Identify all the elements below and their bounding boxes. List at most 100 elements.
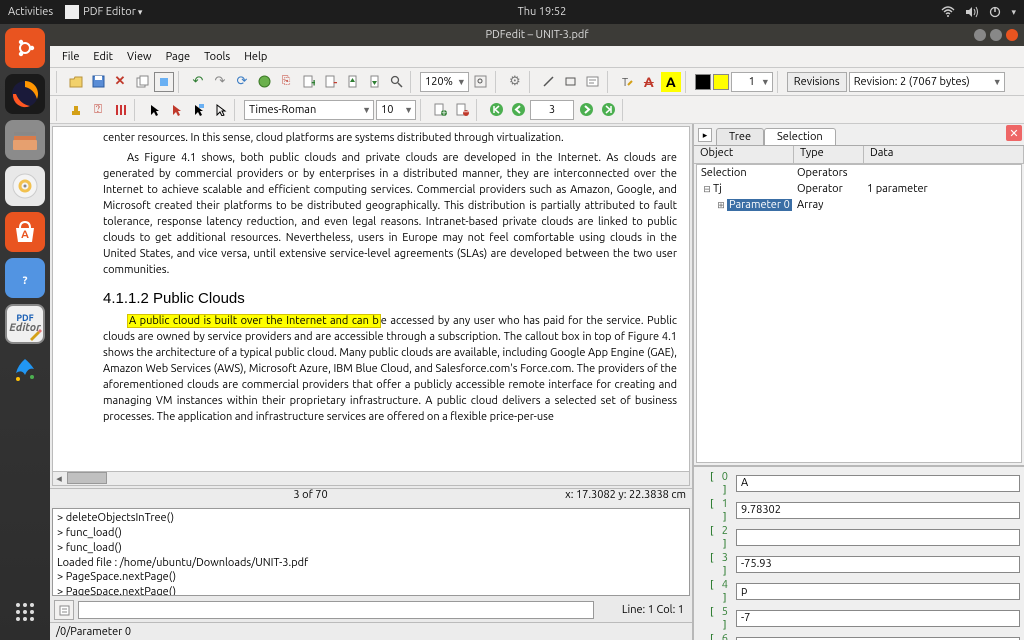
param-input[interactable]	[736, 475, 1020, 492]
window-title: PDFedit – UNIT-3.pdf	[485, 29, 588, 41]
script-console[interactable]: > deleteObjectsInTree() > func_load() > …	[52, 508, 690, 596]
remove-bookmark-icon[interactable]: −	[452, 100, 472, 120]
tree-col-type[interactable]: Type	[794, 146, 864, 163]
menu-page[interactable]: Page	[160, 49, 197, 65]
param-input[interactable]	[736, 637, 1020, 640]
param-input[interactable]	[736, 583, 1020, 600]
pointer-red-icon[interactable]	[166, 100, 186, 120]
rhythmbox-icon[interactable]	[5, 166, 45, 206]
app-menu[interactable]: PDF Editor	[83, 6, 142, 18]
document-view[interactable]: center resources. In this sense, cloud p…	[52, 126, 690, 486]
menu-view[interactable]: View	[121, 49, 158, 65]
param-input[interactable]	[736, 529, 1020, 546]
last-page-icon[interactable]	[598, 100, 618, 120]
software-icon[interactable]: A	[5, 212, 45, 252]
save-icon[interactable]	[88, 72, 108, 92]
stripes-icon[interactable]	[110, 100, 130, 120]
window-titlebar[interactable]: PDFedit – UNIT-3.pdf	[50, 24, 1024, 46]
param-input[interactable]	[736, 556, 1020, 573]
draw-rect-icon[interactable]	[561, 72, 581, 92]
close-button[interactable]	[1006, 29, 1018, 41]
minimize-button[interactable]	[974, 29, 986, 41]
panel-close-icon[interactable]: ✕	[1006, 125, 1022, 141]
remove-page-icon[interactable]: −	[320, 72, 340, 92]
tree-row[interactable]: SelectionOperators	[697, 165, 1021, 181]
menu-file[interactable]: File	[56, 49, 85, 65]
console-line: > PageSpace.nextPage()	[57, 585, 685, 596]
strikethrough-icon[interactable]: A	[639, 72, 659, 92]
page-down-icon[interactable]	[364, 72, 384, 92]
zoom-combo[interactable]: 120%▼	[420, 72, 469, 92]
pdfedit-launcher-icon[interactable]: PDFEditor	[5, 304, 45, 344]
link-icon[interactable]: ⎘	[276, 72, 296, 92]
font-combo[interactable]: Times-Roman▼	[244, 100, 374, 120]
highlight-icon[interactable]: A	[661, 72, 681, 92]
param-input[interactable]	[736, 610, 1020, 627]
console-line: > PageSpace.nextPage()	[57, 570, 685, 585]
gear-icon[interactable]: ⚙	[505, 72, 525, 92]
files-icon[interactable]	[5, 120, 45, 160]
clock[interactable]: Thu 19:52	[142, 6, 941, 18]
revision-combo[interactable]: Revision: 2 (7067 bytes)▼	[849, 72, 1005, 92]
tree-row[interactable]: ⊞Parameter 0Array	[697, 197, 1021, 213]
param-input[interactable]	[736, 502, 1020, 519]
redo-icon[interactable]: ↷	[210, 72, 230, 92]
tree-col-data[interactable]: Data	[864, 146, 1024, 163]
select-all-icon[interactable]	[154, 72, 174, 92]
world-icon[interactable]	[254, 72, 274, 92]
add-bookmark-icon[interactable]: +	[430, 100, 450, 120]
tab-tree[interactable]: Tree	[716, 128, 764, 145]
paint-icon[interactable]	[5, 350, 45, 390]
copy-icon[interactable]	[132, 72, 152, 92]
page-input[interactable]	[530, 100, 574, 120]
refresh-icon[interactable]: ⟳	[232, 72, 252, 92]
ubuntu-dash-icon[interactable]	[5, 28, 45, 68]
edit-text-icon[interactable]: T	[617, 72, 637, 92]
draw-line-icon[interactable]	[539, 72, 559, 92]
activities-button[interactable]: Activities	[8, 6, 53, 18]
undo-icon[interactable]: ↶	[188, 72, 208, 92]
tree-body[interactable]: SelectionOperators ⊟TjOperator1 paramete…	[696, 164, 1022, 463]
menu-edit[interactable]: Edit	[87, 49, 119, 65]
menu-help[interactable]: Help	[238, 49, 273, 65]
find-icon[interactable]	[386, 72, 406, 92]
linewidth-combo[interactable]: 1▼	[731, 72, 773, 92]
show-apps-icon[interactable]	[5, 592, 45, 632]
open-icon[interactable]	[66, 72, 86, 92]
tree-col-object[interactable]: Object	[694, 146, 794, 163]
dropdown-icon[interactable]: ▾	[1011, 7, 1016, 18]
firefox-icon[interactable]	[5, 74, 45, 114]
volume-icon[interactable]	[965, 6, 979, 18]
power-icon[interactable]	[989, 6, 1001, 18]
annotation-icon[interactable]: ⍰	[88, 100, 108, 120]
fontsize-combo[interactable]: 10▼	[376, 100, 416, 120]
next-page-icon[interactable]	[576, 100, 596, 120]
color-black-swatch[interactable]	[695, 74, 711, 90]
help-icon[interactable]: ?	[5, 258, 45, 298]
stamp-icon[interactable]	[66, 100, 86, 120]
zoom-fit-icon[interactable]	[471, 72, 491, 92]
history-button[interactable]	[54, 600, 74, 620]
horizontal-scrollbar[interactable]: ◂	[53, 471, 689, 485]
tab-selection[interactable]: Selection	[764, 128, 836, 145]
page-up-icon[interactable]	[342, 72, 362, 92]
ubuntu-launcher: A ? PDFEditor	[0, 24, 50, 640]
add-page-icon[interactable]: +	[298, 72, 318, 92]
color-yellow-swatch[interactable]	[713, 74, 729, 90]
pointer-icon[interactable]	[144, 100, 164, 120]
param-row: [ 1 ]	[698, 497, 1020, 523]
maximize-button[interactable]	[990, 29, 1002, 41]
wifi-icon[interactable]	[941, 6, 955, 18]
tree-row[interactable]: ⊟TjOperator1 parameter	[697, 181, 1021, 197]
doc-paragraph: As Figure 4.1 shows, both public clouds …	[103, 151, 677, 279]
prev-page-icon[interactable]	[508, 100, 528, 120]
add-text-icon[interactable]	[583, 72, 603, 92]
expand-button[interactable]: ▸	[698, 128, 712, 142]
highlighted-text[interactable]: A public cloud is built over the Interne…	[127, 314, 381, 328]
menu-tools[interactable]: Tools	[198, 49, 236, 65]
first-page-icon[interactable]	[486, 100, 506, 120]
pointer-image-icon[interactable]	[188, 100, 208, 120]
command-input[interactable]	[78, 601, 594, 619]
close-file-icon[interactable]: ✕	[110, 72, 130, 92]
pointer-outline-icon[interactable]	[210, 100, 230, 120]
